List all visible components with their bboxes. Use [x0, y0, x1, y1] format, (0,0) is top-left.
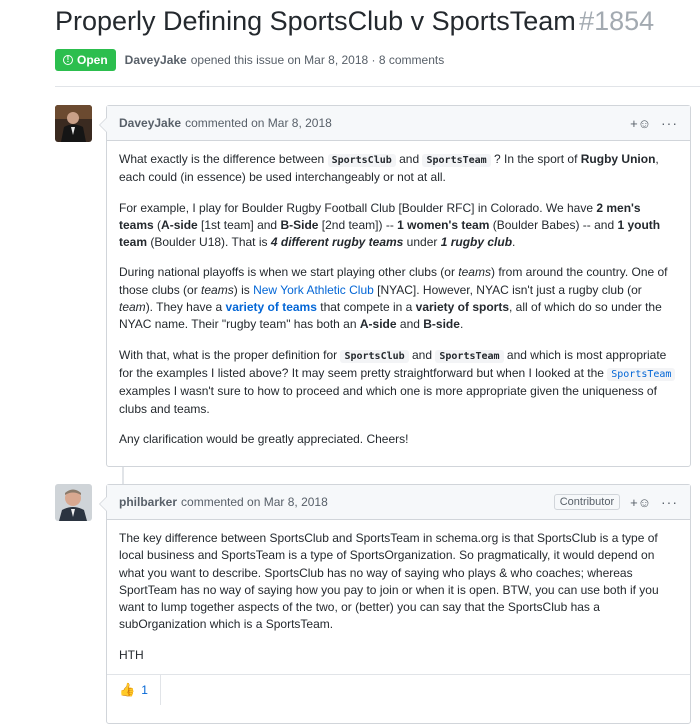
- bold-text: B-side: [423, 317, 460, 332]
- bold-text: B-Side: [280, 217, 319, 232]
- issue-state-badge: ! Open: [55, 49, 116, 71]
- text-segment: ). They have a: [145, 300, 226, 315]
- avatar-philbarker[interactable]: [55, 484, 92, 521]
- text-segment: examples I wasn't sure to how to proceed…: [119, 384, 657, 416]
- text-segment: What exactly is the difference between: [119, 152, 328, 166]
- comment-timestamp[interactable]: commented on Mar 8, 2018: [181, 495, 328, 509]
- text-segment: [NYAC]. However, NYAC isn't just a rugby…: [373, 282, 642, 297]
- reactions-bar: 👍 1: [107, 674, 690, 706]
- text-segment: For example, I play for Boulder Rugby Fo…: [119, 200, 597, 215]
- bold-text: A-side: [161, 217, 198, 232]
- text-segment: [1st team] and: [197, 217, 281, 232]
- comment-actions: +☺ ···: [630, 115, 678, 131]
- text-segment: .: [459, 317, 464, 332]
- reaction-count: 1: [141, 683, 148, 698]
- text-segment: ) is: [233, 282, 254, 297]
- text-segment: and: [408, 347, 436, 362]
- bold-text: Rugby Union: [580, 152, 656, 166]
- issue-number: #1854: [579, 6, 655, 36]
- text-segment: under: [403, 235, 441, 250]
- thumbs-up-icon: 👍: [119, 682, 136, 698]
- italic-text: team: [119, 300, 146, 315]
- text-segment: During national playoffs is when we star…: [119, 265, 459, 280]
- text-segment: (: [153, 217, 162, 232]
- comment-philbarker: philbarker commented on Mar 8, 2018 Cont…: [99, 484, 691, 724]
- comment-body: The key difference between SportsClub an…: [107, 520, 690, 674]
- italic-text: teams: [201, 282, 234, 297]
- timeline-connector: [122, 467, 124, 485]
- more-options-icon[interactable]: ···: [661, 115, 678, 131]
- header-divider: [55, 86, 700, 87]
- bold-text: 1 women's team: [397, 217, 490, 232]
- issue-author-link[interactable]: DaveyJake: [125, 53, 187, 67]
- text-link[interactable]: New York Athletic Club: [253, 283, 374, 297]
- comment-paragraph: During national playoffs is when we star…: [119, 264, 678, 333]
- comment-paragraph: For example, I play for Boulder Rugby Fo…: [119, 200, 678, 252]
- contributor-badge: Contributor: [553, 494, 621, 510]
- inline-code: SportsClub: [340, 349, 409, 363]
- text-segment: The key difference between SportsClub an…: [119, 531, 659, 632]
- text-segment: With that, what is the proper definition…: [119, 347, 341, 362]
- text-segment: [2nd team]) --: [318, 217, 398, 232]
- text-segment: HTH: [119, 647, 144, 662]
- more-options-icon[interactable]: ···: [661, 494, 678, 510]
- issue-meta-text: opened this issue on Mar 8, 2018 · 8 com…: [190, 53, 445, 67]
- text-segment: and: [396, 317, 424, 332]
- text-link[interactable]: variety of teams: [226, 300, 317, 314]
- italic-text: teams: [458, 265, 491, 280]
- comment-paragraph: The key difference between SportsClub an…: [119, 530, 678, 634]
- text-segment: .: [512, 235, 516, 250]
- issue-title-row: Properly Defining SportsClub v SportsTea…: [55, 6, 654, 37]
- comment-author-link[interactable]: philbarker: [119, 495, 177, 509]
- comment-body: What exactly is the difference between S…: [107, 141, 690, 458]
- comment-actions: Contributor +☺ ···: [553, 494, 678, 510]
- comment-paragraph: Any clarification would be greatly appre…: [119, 431, 678, 448]
- bold-italic-text: 4 different rugby teams: [270, 235, 404, 250]
- text-segment: (Boulder U18). That is: [147, 235, 271, 250]
- inline-code-link[interactable]: SportsTeam: [607, 367, 676, 381]
- comment-paragraph: With that, what is the proper definition…: [119, 347, 678, 418]
- add-reaction-icon[interactable]: +☺: [630, 116, 651, 131]
- text-segment: and: [395, 152, 423, 166]
- comment-header: philbarker commented on Mar 8, 2018 Cont…: [107, 485, 690, 520]
- issue-title: Properly Defining SportsClub v SportsTea…: [55, 6, 576, 36]
- text-segment: (Boulder Babes) -- and: [489, 217, 618, 232]
- reaction-thumbs-up-button[interactable]: 👍 1: [107, 675, 161, 706]
- text-segment: Any clarification would be greatly appre…: [119, 431, 409, 446]
- inline-code: SportsTeam: [422, 154, 491, 167]
- text-segment: ? In the sport of: [490, 152, 581, 166]
- comment-author-link[interactable]: DaveyJake: [119, 116, 181, 130]
- comment-caret: [99, 117, 107, 133]
- comment-header: DaveyJake commented on Mar 8, 2018 +☺ ··…: [107, 106, 690, 141]
- bold-text: variety of sports: [415, 300, 510, 315]
- comment-timestamp[interactable]: commented on Mar 8, 2018: [185, 116, 332, 130]
- bold-italic-text: 1 rugby club: [440, 235, 513, 250]
- issue-state-label: Open: [77, 53, 108, 67]
- comment-daveyjake: DaveyJake commented on Mar 8, 2018 +☺ ··…: [99, 105, 691, 467]
- add-reaction-icon[interactable]: +☺: [630, 495, 651, 510]
- comment-paragraph: What exactly is the difference between S…: [119, 151, 678, 187]
- text-segment: that compete in a: [316, 300, 416, 315]
- bold-text: A-side: [359, 317, 397, 332]
- inline-code: SportsTeam: [435, 349, 504, 363]
- comment-caret: [99, 496, 107, 512]
- avatar-daveyjake[interactable]: [55, 105, 92, 142]
- issue-opened-icon: !: [63, 55, 73, 65]
- issue-meta: ! Open DaveyJake opened this issue on Ma…: [55, 49, 444, 71]
- comment-paragraph: HTH: [119, 647, 678, 664]
- inline-code: SportsClub: [327, 154, 396, 167]
